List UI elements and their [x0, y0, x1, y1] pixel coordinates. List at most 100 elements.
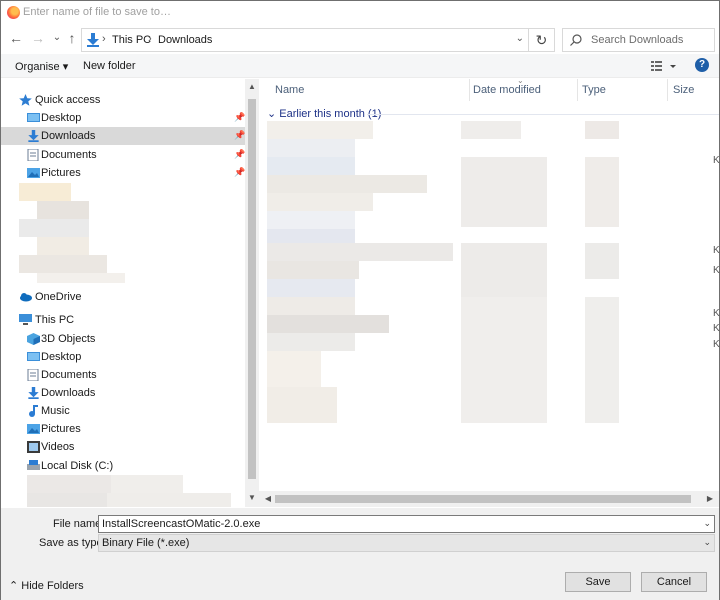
downloads-icon	[87, 33, 99, 47]
blurred-item	[19, 219, 89, 237]
blurred-row	[267, 261, 359, 279]
command-bar: Organise ▾ New folder ?	[1, 54, 719, 78]
pin-icon: 📌	[234, 167, 246, 177]
search-box[interactable]: Search Downloads	[562, 28, 715, 52]
sidebar-item-desktop-pc[interactable]: Desktop	[1, 348, 245, 366]
blurred-item	[37, 237, 89, 255]
pin-icon: 📌	[234, 112, 246, 122]
group-header[interactable]: ⌄ Earlier this month (1)	[267, 107, 381, 120]
blurred-item	[19, 183, 71, 201]
scroll-down-icon[interactable]: ▼	[245, 493, 259, 502]
up-arrow-icon[interactable]: ↑	[63, 29, 81, 47]
size-value: K	[713, 323, 720, 334]
sidebar-label: Videos	[41, 441, 75, 453]
scrollbar-thumb[interactable]	[275, 495, 691, 503]
sidebar-item-videos[interactable]: Videos	[1, 438, 245, 456]
navigation-bar: ← → ⌄ ↑ › This PC › Downloads ⌄ ↻ Search…	[1, 25, 719, 53]
blurred-row	[267, 351, 321, 387]
chevron-down-icon: ⌄	[703, 537, 711, 547]
blurred-row	[267, 243, 453, 261]
column-divider[interactable]	[469, 79, 470, 101]
new-folder-button[interactable]: New folder	[83, 60, 136, 72]
forward-arrow-icon[interactable]: →	[29, 29, 47, 47]
sidebar-item-downloads-pc[interactable]: Downloads	[1, 384, 245, 402]
sidebar-item-documents-pc[interactable]: Documents	[1, 366, 245, 384]
save-type-select[interactable]: Binary File (*.exe) ⌄	[98, 534, 715, 552]
sidebar-item-desktop[interactable]: Desktop 📌	[1, 109, 245, 127]
size-value: K	[713, 339, 720, 350]
scroll-right-icon[interactable]: ▶	[703, 494, 717, 503]
blurred-row	[267, 211, 355, 229]
scrollbar-thumb[interactable]	[248, 99, 256, 479]
column-divider[interactable]	[667, 79, 668, 101]
back-arrow-icon[interactable]: ←	[7, 29, 25, 47]
view-options-icon[interactable]	[651, 59, 681, 73]
sidebar-item-3d-objects[interactable]: 3D Objects	[1, 330, 245, 348]
blurred-cell	[461, 121, 521, 139]
music-icon	[29, 405, 38, 417]
blurred-row	[267, 333, 355, 351]
sidebar-label: Desktop	[41, 112, 82, 124]
address-bar[interactable]: › This PC › Downloads ⌄	[81, 28, 529, 52]
column-divider[interactable]	[577, 79, 578, 101]
blurred-row	[267, 193, 373, 211]
blurred-row	[267, 387, 337, 423]
search-input[interactable]: Search Downloads	[591, 34, 683, 46]
cancel-button[interactable]: Cancel	[641, 572, 707, 592]
sidebar-label: Documents	[41, 149, 97, 161]
sidebar-item-music[interactable]: Music	[1, 402, 245, 420]
blurred-cell	[585, 157, 619, 227]
drive-icon	[27, 460, 40, 470]
column-header-name[interactable]: Name	[275, 79, 304, 101]
chevron-down-icon: ⌄	[267, 108, 277, 120]
blurred-item	[107, 493, 231, 507]
blurred-cell	[461, 157, 547, 227]
scroll-left-icon[interactable]: ◀	[261, 494, 275, 503]
downloads-icon	[28, 130, 39, 142]
size-value: K	[713, 155, 720, 166]
file-list-scrollbar[interactable]: ◀ ▶	[259, 491, 719, 507]
sidebar-label: Documents	[41, 369, 97, 381]
column-header-date[interactable]: Date modified	[473, 79, 541, 101]
sidebar-label: Downloads	[41, 387, 96, 399]
sidebar-label: Music	[41, 405, 70, 417]
size-value: K	[713, 245, 720, 256]
desktop-icon	[27, 352, 40, 361]
breadcrumb-downloads[interactable]: Downloads	[158, 34, 212, 46]
scroll-up-icon[interactable]: ▲	[245, 82, 259, 91]
column-header-size[interactable]: Size	[673, 79, 694, 101]
address-dropdown-icon[interactable]: ⌄	[516, 33, 524, 44]
sidebar-item-documents[interactable]: Documents 📌	[1, 146, 245, 164]
file-name-value: InstallScreencastOMatic-2.0.exe	[102, 518, 261, 530]
cube-icon	[27, 333, 40, 345]
chevron-down-icon[interactable]: ⌄	[703, 518, 711, 529]
sidebar-item-local-disk[interactable]: Local Disk (C:)	[1, 457, 245, 475]
sidebar-item-this-pc[interactable]: This PC	[1, 311, 245, 329]
sidebar-item-pictures[interactable]: Pictures 📌	[1, 164, 245, 182]
breadcrumb-this-pc[interactable]: This PC	[112, 34, 151, 46]
hide-folders-toggle[interactable]: ⌃ Hide Folders	[9, 579, 84, 592]
blurred-row	[267, 139, 355, 157]
sidebar-label: Downloads	[41, 130, 96, 142]
sidebar-item-onedrive[interactable]: OneDrive	[1, 288, 245, 306]
refresh-button[interactable]: ↻	[529, 28, 555, 52]
sidebar-item-downloads[interactable]: Downloads 📌	[1, 127, 245, 145]
breadcrumb-separator: ›	[148, 33, 152, 45]
videos-icon	[27, 441, 40, 453]
blurred-row	[267, 297, 355, 315]
help-icon[interactable]: ?	[695, 58, 709, 72]
search-icon	[570, 34, 582, 46]
sidebar-label: 3D Objects	[41, 333, 96, 345]
file-name-field[interactable]: InstallScreencastOMatic-2.0.exe ⌄	[98, 515, 715, 533]
column-header-type[interactable]: Type	[582, 79, 606, 101]
sidebar-label: Pictures	[41, 423, 81, 435]
sidebar-item-pictures-pc[interactable]: Pictures	[1, 420, 245, 438]
pictures-icon	[27, 424, 40, 434]
sidebar-item-quick-access[interactable]: Quick access	[1, 91, 245, 109]
navigation-scrollbar[interactable]: ▲ ▼	[245, 79, 259, 507]
file-list: ⌄ Name Date modified Type Size ⌄ Earlier…	[259, 76, 720, 507]
save-button[interactable]: Save	[565, 572, 631, 592]
blurred-item	[37, 201, 89, 219]
save-dialog: Enter name of file to save to… ← → ⌄ ↑ ›…	[0, 0, 720, 600]
organise-menu[interactable]: Organise ▾	[15, 60, 68, 73]
